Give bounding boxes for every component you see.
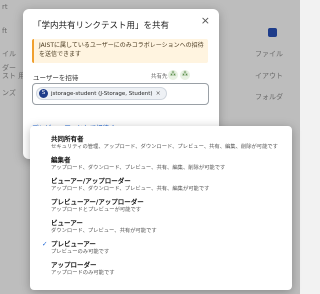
background-text: rt: [2, 3, 8, 11]
invite-users-label: ユーザーを招待: [33, 74, 79, 82]
remove-chip-icon[interactable]: ×: [156, 90, 161, 97]
option-description: アップロード、ダウンロード、プレビュー、共有、編集、削除が可能です: [51, 165, 226, 171]
background-text: ft: [2, 27, 8, 35]
avatar: S: [39, 89, 48, 98]
share-target-label: 共有先: [151, 74, 168, 80]
permission-option-co-owner[interactable]: 共同所有者 セキュリティの管理、アップロード、ダウンロード、プレビュー、共有、編…: [30, 133, 292, 151]
option-description: アップロード、ダウンロード、プレビュー、共有、編集が可能です: [51, 186, 210, 192]
permission-option-previewer[interactable]: ✓ プレビューアー プレビューのみ可能です: [30, 238, 292, 256]
option-description: プレビューのみ可能です: [51, 249, 110, 255]
option-description: ダウンロード、プレビュー、共有が可能です: [51, 228, 157, 234]
person-add-icon[interactable]: ⁂: [180, 70, 190, 80]
background-text: フォルダ: [255, 93, 283, 101]
option-description: アップロードとプレビューが可能です: [51, 207, 142, 213]
invite-users-field[interactable]: S jstorage-student (J-Storage, Student) …: [32, 83, 209, 105]
permission-option-viewer[interactable]: ビューアー ダウンロード、プレビュー、共有が可能です: [30, 217, 292, 235]
permission-option-viewer-uploader[interactable]: ビューアー/アップローダー アップロード、ダウンロード、プレビュー、共有、編集が…: [30, 175, 292, 193]
background-text: イアウト: [255, 72, 283, 80]
background-text: スト 用: [2, 72, 26, 80]
restriction-notice: JAISTに属しているユーザーにのみコラボレーションへの招待を送信できます: [32, 39, 208, 63]
permission-menu: 共同所有者 セキュリティの管理、アップロード、ダウンロード、プレビュー、共有、編…: [30, 126, 292, 290]
check-icon: ✓: [42, 240, 48, 248]
user-chip-name: jstorage-student (J-Storage, Student): [51, 90, 153, 97]
group-add-icon[interactable]: ⁂: [168, 70, 178, 80]
user-chip[interactable]: S jstorage-student (J-Storage, Student) …: [36, 87, 167, 100]
close-icon[interactable]: ×: [201, 15, 210, 27]
background-text: イル: [2, 50, 16, 58]
dialog-title: 「学内共有リンクテスト用」を共有: [33, 21, 170, 31]
permission-option-uploader[interactable]: アップローダー アップロードのみ可能です: [30, 259, 292, 277]
background-avatar: [268, 28, 277, 37]
option-description: アップロードのみ可能です: [51, 270, 115, 276]
background-text: ンズ: [2, 89, 16, 97]
permission-option-previewer-uploader[interactable]: プレビューアー/アップローダー アップロードとプレビューが可能です: [30, 196, 292, 214]
option-description: セキュリティの管理、アップロード、ダウンロード、プレビュー、共有、編集、削除が可…: [51, 144, 278, 150]
background-text: ファイル: [255, 50, 283, 58]
permission-option-editor[interactable]: 編集者 アップロード、ダウンロード、プレビュー、共有、編集、削除が可能です: [30, 154, 292, 172]
